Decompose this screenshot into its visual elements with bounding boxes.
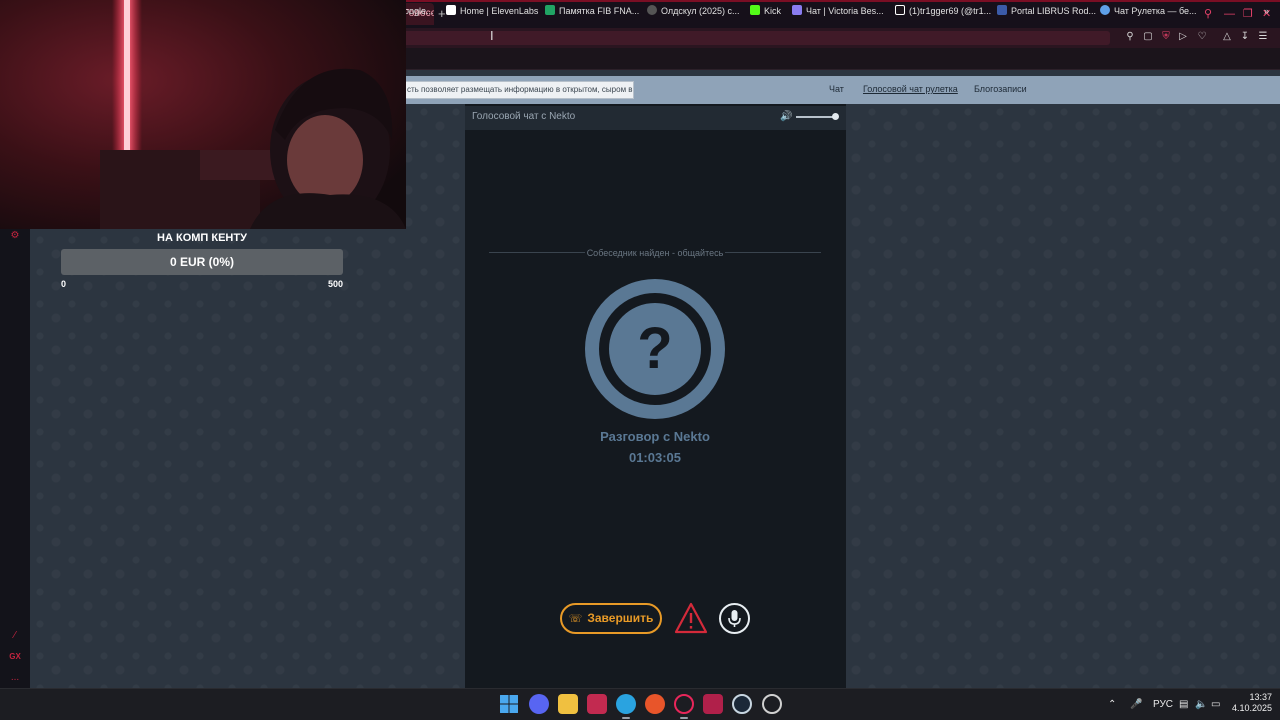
windows-taskbar — [0, 688, 1280, 720]
partner-found-status: Собеседник найден - общайтесь — [586, 248, 724, 258]
partner-avatar: ? — [585, 279, 725, 419]
bookmark-elevenlabs[interactable]: Home | ElevenLabs — [446, 4, 538, 18]
text-cursor-icon: I — [490, 28, 494, 43]
film-icon — [647, 5, 657, 15]
input-language[interactable]: РУС — [1153, 699, 1173, 711]
steam-icon[interactable] — [732, 694, 752, 714]
telegram-running-indicator — [622, 717, 630, 719]
bookmark-google[interactable]: oogle... — [404, 4, 434, 18]
search-icon[interactable]: ⚲ — [1204, 8, 1212, 20]
maximize-icon[interactable]: ❐ — [1243, 8, 1253, 20]
download-icon[interactable]: ↧ — [1239, 31, 1251, 43]
taskbar-clock[interactable]: 13:37 4.10.2025 — [1232, 692, 1272, 714]
webcam-image — [0, 0, 406, 229]
site-notice: сть позволяет размещать информацию в отк… — [400, 81, 634, 99]
librus-icon — [997, 5, 1007, 15]
play-icon[interactable]: ▷ — [1177, 31, 1189, 43]
pin-icon[interactable]: ⚲ — [1124, 31, 1136, 43]
panel-title: Голосовой чат с Nekto — [472, 111, 576, 122]
url-field[interactable] — [400, 31, 1110, 45]
discord-icon[interactable] — [529, 694, 549, 714]
shield-icon[interactable]: ⛨ — [1160, 31, 1172, 43]
microphone-icon — [728, 610, 741, 627]
bookmark-kick[interactable]: Kick — [750, 4, 781, 18]
conversation-timer: 01:03:05 — [628, 450, 682, 465]
cube-icon[interactable]: △ — [1221, 31, 1233, 43]
volume-slider-track[interactable] — [796, 116, 836, 118]
question-mark-icon: ? — [637, 316, 673, 381]
bookmark-librus[interactable]: Portal LIBRUS Rod... — [997, 4, 1096, 18]
sidebar-pin-icon[interactable]: ⁄ — [8, 630, 22, 642]
conversation-title: Разговор с Nekto — [600, 429, 710, 444]
file-explorer-icon[interactable] — [558, 694, 578, 714]
settings-icon[interactable]: ⚙ — [8, 230, 22, 242]
end-call-button[interactable]: ☏ Завершить — [560, 603, 662, 634]
opera-running-indicator — [680, 717, 688, 719]
nav-blog-link[interactable]: Блогозаписи — [974, 83, 1027, 95]
bookmarks-overflow-icon[interactable]: » — [1264, 4, 1269, 18]
nav-voice-roulette-link[interactable]: Голосовой чат рулетка — [863, 83, 958, 95]
end-call-label: Завершить — [587, 611, 654, 625]
chatgpt-icon[interactable] — [762, 694, 782, 714]
bookmark-chat-roulette[interactable]: Чат Рулетка — бе... — [1100, 4, 1197, 18]
phone-hangup-icon: ☏ — [568, 613, 583, 625]
tray-mic-icon[interactable]: 🎤 — [1130, 699, 1142, 711]
snapshot-icon[interactable]: ▢ — [1142, 31, 1154, 43]
windows-start-icon[interactable] — [499, 694, 519, 714]
roulette-icon — [1100, 5, 1110, 15]
tray-overflow-icon[interactable]: ⌃ — [1108, 699, 1116, 711]
speaker-icon[interactable]: 🔈 — [1195, 699, 1207, 711]
clock-time: 13:37 — [1249, 692, 1272, 702]
bookmark-oldschool[interactable]: Олдскул (2025) с... — [647, 4, 740, 18]
new-tab-button[interactable]: + — [438, 6, 446, 22]
tiktok-icon — [895, 5, 905, 15]
webcam-overlay — [0, 0, 406, 229]
yandex-icon[interactable] — [645, 694, 665, 714]
menu-icon[interactable]: ☰ — [1257, 31, 1269, 43]
app-icon[interactable] — [703, 694, 723, 714]
nav-chat-link[interactable]: Чат — [829, 83, 844, 95]
divider-left — [489, 252, 585, 253]
donation-goal-max: 500 — [327, 279, 343, 289]
volume-slider-handle[interactable] — [832, 113, 839, 120]
bookmark-chat-victoria[interactable]: Чат | Victoria Bes... — [792, 4, 884, 18]
kick-icon — [750, 5, 760, 15]
bookmark-tiktok[interactable]: (1)tr1gger69 (@tr1... — [895, 4, 991, 18]
clock-date: 4.10.2025 — [1232, 703, 1273, 713]
battery-icon[interactable]: ▭ — [1211, 699, 1220, 711]
elevenlabs-icon — [446, 5, 456, 15]
donation-goal-value: 0 EUR (0%) — [169, 255, 234, 269]
opera-gx-icon[interactable] — [674, 694, 694, 714]
donation-goal-title: НА КОМП КЕНТУ — [157, 232, 247, 244]
sheets-icon — [545, 5, 555, 15]
heart-icon[interactable]: ♡ — [1196, 31, 1208, 43]
chat-icon — [792, 5, 802, 15]
volume-icon[interactable]: 🔊 — [780, 111, 792, 123]
telegram-icon[interactable] — [616, 694, 636, 714]
donation-goal-min: 0 — [61, 279, 67, 289]
divider-right — [725, 252, 821, 253]
minimize-icon[interactable]: — — [1224, 8, 1235, 20]
obs-icon[interactable] — [587, 694, 607, 714]
network-icon[interactable]: ▤ — [1179, 699, 1188, 711]
report-warning-icon[interactable] — [674, 602, 708, 634]
gx-corner-label[interactable]: GX — [8, 651, 22, 663]
microphone-button[interactable] — [719, 603, 750, 634]
bookmark-fib-sheet[interactable]: Памятка FIB FNA... — [545, 4, 639, 18]
more-icon[interactable]: ... — [8, 672, 22, 684]
